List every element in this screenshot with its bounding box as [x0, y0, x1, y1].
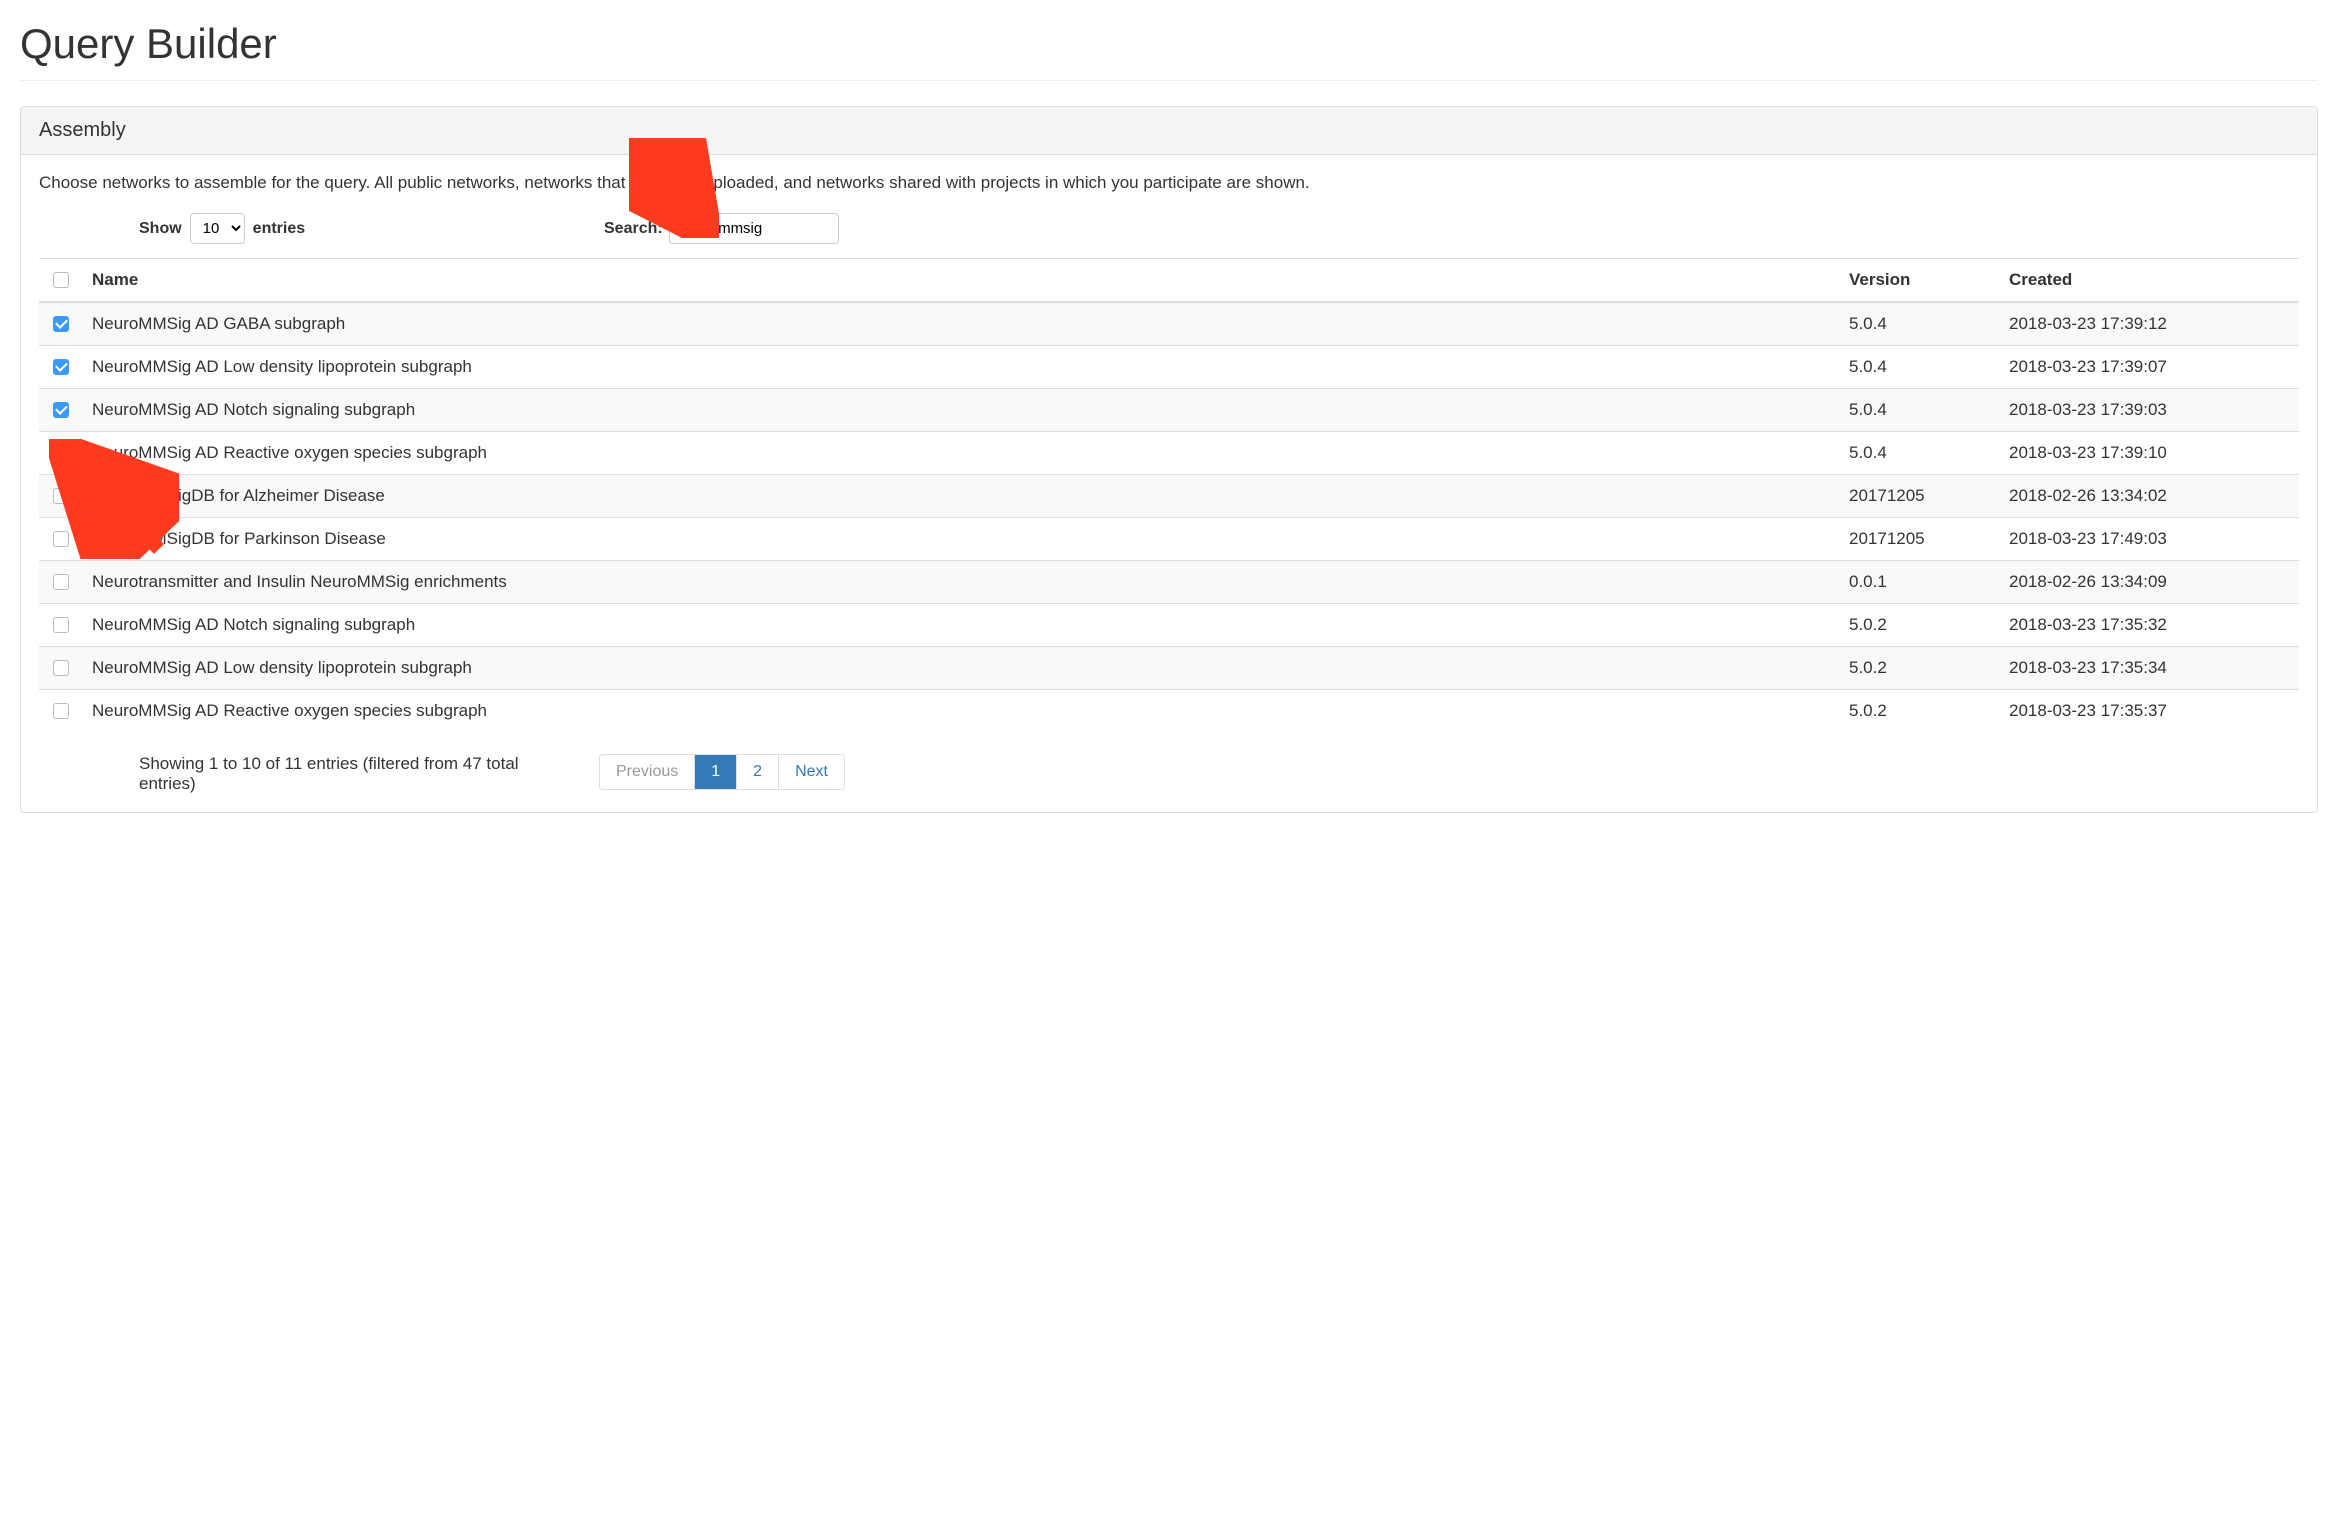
cell-version: 5.0.2	[1839, 604, 1999, 647]
table-footer: Showing 1 to 10 of 11 entries (filtered …	[39, 754, 2299, 794]
cell-name: NeuroMMSig AD Reactive oxygen species su…	[82, 432, 1839, 475]
row-checkbox[interactable]	[53, 660, 69, 676]
cell-created: 2018-03-23 17:35:37	[1999, 690, 2299, 733]
table-row: NeuroMMSig AD Notch signaling subgraph5.…	[39, 604, 2299, 647]
table-row: NeuroMMSig AD Reactive oxygen species su…	[39, 432, 2299, 475]
row-checkbox[interactable]	[53, 402, 69, 418]
row-checkbox[interactable]	[53, 617, 69, 633]
assembly-panel: Assembly Choose networks to assemble for…	[20, 106, 2318, 813]
cell-name: NeuroMMSig AD Notch signaling subgraph	[82, 389, 1839, 432]
cell-name: Neurotransmitter and Insulin NeuroMMSig …	[82, 561, 1839, 604]
cell-created: 2018-03-23 17:39:12	[1999, 302, 2299, 346]
cell-name: NeuroMMSigDB for Parkinson Disease	[82, 518, 1839, 561]
cell-name: NeuroMMSigDB for Alzheimer Disease	[82, 475, 1839, 518]
table-row: NeuroMMSig AD GABA subgraph5.0.42018-03-…	[39, 302, 2299, 346]
table-row: NeuroMMSigDB for Alzheimer Disease201712…	[39, 475, 2299, 518]
cell-version: 20171205	[1839, 518, 1999, 561]
pagination-page-2[interactable]: 2	[737, 755, 779, 789]
table-row: NeuroMMSigDB for Parkinson Disease201712…	[39, 518, 2299, 561]
cell-created: 2018-02-26 13:34:09	[1999, 561, 2299, 604]
table-row: NeuroMMSig AD Notch signaling subgraph5.…	[39, 389, 2299, 432]
table-row: NeuroMMSig AD Low density lipoprotein su…	[39, 647, 2299, 690]
cell-created: 2018-03-23 17:35:32	[1999, 604, 2299, 647]
table-row: Neurotransmitter and Insulin NeuroMMSig …	[39, 561, 2299, 604]
cell-version: 5.0.4	[1839, 302, 1999, 346]
cell-created: 2018-03-23 17:35:34	[1999, 647, 2299, 690]
cell-name: NeuroMMSig AD Low density lipoprotein su…	[82, 346, 1839, 389]
row-checkbox[interactable]	[53, 703, 69, 719]
row-checkbox[interactable]	[53, 574, 69, 590]
table-row: NeuroMMSig AD Low density lipoprotein su…	[39, 346, 2299, 389]
select-all-checkbox[interactable]	[53, 272, 69, 288]
page-title: Query Builder	[20, 20, 2318, 81]
table-info: Showing 1 to 10 of 11 entries (filtered …	[139, 754, 539, 794]
column-header-version[interactable]: Version	[1839, 259, 1999, 303]
column-header-created[interactable]: Created	[1999, 259, 2299, 303]
cell-version: 5.0.4	[1839, 389, 1999, 432]
show-entries-label: Show	[139, 220, 182, 238]
cell-version: 5.0.2	[1839, 690, 1999, 733]
cell-version: 5.0.4	[1839, 432, 1999, 475]
show-entries-suffix: entries	[253, 220, 305, 238]
cell-name: NeuroMMSig AD Reactive oxygen species su…	[82, 690, 1839, 733]
row-checkbox[interactable]	[53, 359, 69, 375]
search-label: Search:	[604, 220, 663, 238]
row-checkbox[interactable]	[53, 445, 69, 461]
panel-description: Choose networks to assemble for the quer…	[39, 173, 2299, 193]
cell-version: 0.0.1	[1839, 561, 1999, 604]
table-row: NeuroMMSig AD Reactive oxygen species su…	[39, 690, 2299, 733]
cell-created: 2018-02-26 13:34:02	[1999, 475, 2299, 518]
cell-version: 5.0.2	[1839, 647, 1999, 690]
column-header-name[interactable]: Name	[82, 259, 1839, 303]
networks-table: Name Version Created NeuroMMSig AD GABA …	[39, 258, 2299, 732]
cell-created: 2018-03-23 17:39:03	[1999, 389, 2299, 432]
cell-name: NeuroMMSig AD Notch signaling subgraph	[82, 604, 1839, 647]
cell-created: 2018-03-23 17:49:03	[1999, 518, 2299, 561]
pagination-page-1[interactable]: 1	[695, 755, 737, 789]
table-header-row: Name Version Created	[39, 259, 2299, 303]
panel-heading: Assembly	[21, 107, 2317, 155]
search-input[interactable]	[669, 213, 839, 244]
row-checkbox[interactable]	[53, 488, 69, 504]
cell-version: 20171205	[1839, 475, 1999, 518]
cell-created: 2018-03-23 17:39:10	[1999, 432, 2299, 475]
pagination: Previous 1 2 Next	[599, 754, 845, 790]
cell-version: 5.0.4	[1839, 346, 1999, 389]
search-block: Search:	[604, 213, 839, 244]
table-controls: Show 10 entries Search:	[39, 213, 2299, 244]
cell-name: NeuroMMSig AD Low density lipoprotein su…	[82, 647, 1839, 690]
show-entries: Show 10 entries	[139, 213, 305, 244]
show-entries-select[interactable]: 10	[190, 213, 245, 244]
pagination-previous[interactable]: Previous	[600, 755, 695, 789]
cell-created: 2018-03-23 17:39:07	[1999, 346, 2299, 389]
cell-name: NeuroMMSig AD GABA subgraph	[82, 302, 1839, 346]
row-checkbox[interactable]	[53, 531, 69, 547]
pagination-next[interactable]: Next	[779, 755, 844, 789]
row-checkbox[interactable]	[53, 316, 69, 332]
